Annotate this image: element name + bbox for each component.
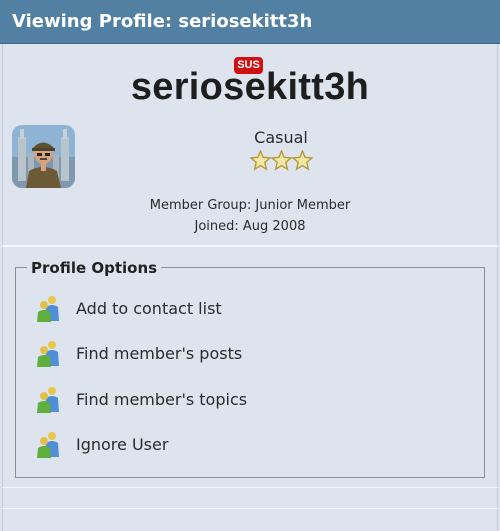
divider: [2, 487, 498, 488]
username-heading: seriosekitt3h: [130, 66, 370, 108]
find-member-posts-link[interactable]: Find member's posts: [36, 339, 336, 369]
rank-title: Casual: [254, 128, 308, 147]
member-group: Member Group: Junior Member: [149, 198, 351, 213]
users-icon: [37, 387, 59, 413]
add-to-contact-list-link[interactable]: Add to contact list: [36, 294, 336, 324]
option-label: Find member's topics: [76, 390, 248, 409]
divider: [2, 508, 498, 509]
star-icons: [249, 149, 314, 171]
users-icon: [37, 432, 59, 458]
star-icon: [291, 149, 314, 171]
profile-header: Viewing Profile: seriosekitt3h: [0, 0, 500, 44]
option-label: Add to contact list: [76, 299, 222, 318]
page-title: Viewing Profile: seriosekitt3h: [12, 11, 313, 32]
avatar: [12, 125, 75, 188]
rating-stars: [249, 149, 314, 172]
ignore-user-link[interactable]: Ignore User: [36, 430, 336, 460]
users-icon: [37, 296, 59, 322]
avatar-photo: [12, 125, 75, 188]
star-icon: [270, 149, 293, 171]
option-label: Find member's posts: [76, 344, 243, 363]
profile-options-legend: Profile Options: [27, 259, 162, 277]
joined-date: Joined: Aug 2008: [194, 219, 306, 234]
divider: [2, 245, 498, 247]
star-icon: [249, 149, 272, 171]
users-icon: [37, 341, 59, 367]
find-member-topics-link[interactable]: Find member's topics: [36, 385, 336, 415]
option-label: Ignore User: [76, 435, 169, 454]
